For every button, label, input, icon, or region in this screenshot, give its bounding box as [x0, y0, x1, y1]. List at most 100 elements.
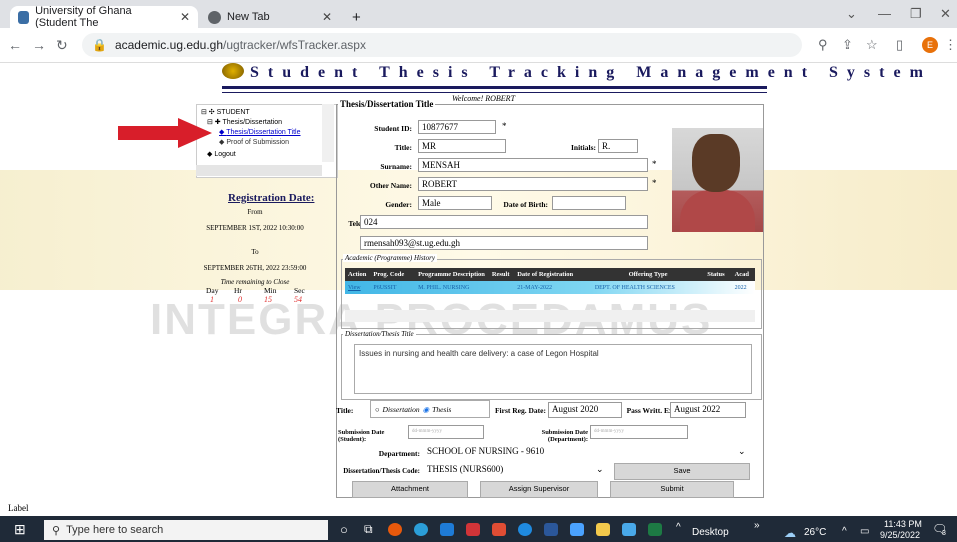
telephone-field[interactable]: 024	[360, 215, 648, 229]
sub-dept-field[interactable]: dd-mmm-yyyy	[590, 425, 688, 439]
chevron-down-icon: ⌄	[738, 446, 746, 456]
radio-thesis[interactable]: ◉	[423, 405, 430, 414]
mail-icon[interactable]	[570, 523, 584, 536]
battery-icon[interactable]: ▭	[860, 526, 869, 537]
forward-icon[interactable]: →	[32, 37, 46, 53]
required-mark: *	[502, 121, 507, 131]
browser-menu-icon[interactable]: ⋮	[944, 37, 957, 53]
col-result: Result	[491, 271, 510, 278]
url-field[interactable]: 🔒 academic.ug.edu.gh/ugtracker/wfsTracke…	[82, 33, 802, 57]
col-offering: Offering Type	[628, 271, 668, 278]
maximize-icon[interactable]: ❐	[910, 6, 922, 22]
windows-start-icon[interactable]: ⊞	[14, 522, 26, 539]
tab-label: New Tab	[227, 11, 270, 23]
history-legend: Academic (Programme) History	[343, 254, 437, 262]
back-icon[interactable]: ←	[8, 37, 22, 53]
row-view-link[interactable]: View	[345, 285, 370, 291]
excel-icon[interactable]	[648, 523, 662, 536]
tree-vscrollbar[interactable]	[322, 104, 334, 162]
word-icon[interactable]	[544, 523, 558, 536]
thesis-title-legend: Dissertation/Thesis Title	[343, 330, 416, 338]
radio-dissertation[interactable]: ○	[375, 405, 380, 414]
type-label: Title:	[336, 406, 354, 415]
thesis-title-textarea[interactable]: Issues in nursing and health care delive…	[354, 344, 752, 394]
tree-hscrollbar[interactable]	[196, 165, 322, 176]
close-tab-icon[interactable]: ✕	[322, 10, 332, 24]
overflow-icon[interactable]: ^	[676, 522, 681, 533]
tree-node-thesis[interactable]: ⊟ ✚ Thesis/Dissertation	[207, 118, 282, 126]
col-status: Status	[707, 271, 725, 278]
clock-time[interactable]: 11:43 PM	[884, 519, 922, 529]
sub-dept-label: Submission Date (Department):	[541, 429, 588, 443]
tree-root-student[interactable]: ⊟ ✣ STUDENT	[201, 108, 250, 116]
tab-ug-thesis[interactable]: University of Ghana (Student The ✕	[10, 5, 198, 29]
zoom-icon[interactable]: ⚲	[818, 37, 828, 53]
sub-student-field[interactable]: dd-mmm-yyyy	[408, 425, 484, 439]
ug-favicon-icon	[18, 10, 30, 24]
file-explorer-icon[interactable]	[596, 523, 610, 536]
unit-hr: Hr	[234, 286, 242, 295]
col-prog-code: Prog. Code	[373, 271, 405, 278]
new-tab-button[interactable]: +	[344, 6, 368, 28]
tab-new-tab[interactable]: New Tab ✕	[200, 6, 340, 28]
weather-cloud-icon[interactable]: ☁	[784, 526, 796, 540]
tree-item-thesis-title[interactable]: ◆ Thesis/Dissertation Title	[219, 128, 301, 136]
edge-icon[interactable]	[518, 523, 532, 536]
url-host: academic.ug.edu.gh	[114, 38, 224, 52]
side-panel-icon[interactable]: ▯	[896, 37, 903, 53]
minimize-icon[interactable]: —	[878, 6, 891, 21]
url-path: /ugtracker/wfsTracker.aspx	[223, 38, 366, 52]
tree-item-proof[interactable]: ◆ Proof of Submission	[219, 138, 289, 146]
tray-up-icon[interactable]: ^	[842, 526, 847, 537]
submit-button[interactable]: Submit	[610, 481, 734, 498]
row-date: 21-MAY-2022	[517, 284, 552, 291]
dob-field[interactable]	[552, 196, 626, 210]
store-icon[interactable]	[440, 523, 454, 536]
task-view-icon[interactable]: ⧉	[364, 522, 373, 537]
app-icon[interactable]	[466, 523, 480, 536]
first-reg-field[interactable]: August 2020	[548, 402, 622, 418]
window-close-icon[interactable]: ✕	[940, 6, 951, 22]
code-select[interactable]: THESIS (NURS600)	[424, 463, 608, 477]
lock-icon: 🔒	[92, 38, 107, 52]
count-sec: 54	[294, 295, 302, 304]
save-button[interactable]: Save	[614, 463, 750, 480]
bookmark-star-icon[interactable]: ☆	[866, 37, 878, 53]
pass-exam-field[interactable]: August 2022	[670, 402, 746, 418]
chrome-icon[interactable]	[414, 523, 428, 536]
photos-icon[interactable]	[622, 523, 636, 536]
assign-supervisor-button[interactable]: Assign Supervisor	[480, 481, 598, 498]
tab-search-icon[interactable]: ⌄	[846, 6, 857, 22]
initials-field[interactable]: R.	[598, 139, 638, 153]
taskbar-search-input[interactable]: ⚲ Type here to search	[44, 520, 328, 540]
desktop-label[interactable]: Desktop	[692, 527, 729, 538]
tree-item-logout[interactable]: ◆ Logout	[207, 150, 236, 158]
col-action: Action	[348, 271, 367, 278]
share-icon[interactable]: ⇪	[842, 37, 853, 53]
email-field[interactable]: rmensah093@st.ug.edu.gh	[360, 236, 648, 250]
from-label: From	[247, 208, 263, 216]
clock-date[interactable]: 9/25/2022	[880, 530, 920, 540]
department-select[interactable]: SCHOOL OF NURSING - 9610	[424, 445, 750, 459]
othername-field[interactable]: ROBERT	[418, 177, 648, 191]
chevron-right-icon[interactable]: »	[754, 520, 760, 531]
gender-field[interactable]: Male	[418, 196, 492, 210]
cortana-icon[interactable]: ○	[340, 522, 348, 537]
weather-temp[interactable]: 26°C	[804, 527, 826, 538]
chrome-app-icon[interactable]	[492, 523, 506, 536]
table-row[interactable]: View P6USSIT M. PHIL. NURSING 21-MAY-202…	[345, 281, 755, 294]
notification-count: 3	[942, 530, 946, 537]
student-photo	[672, 128, 763, 232]
surname-field[interactable]: MENSAH	[418, 158, 648, 172]
reload-icon[interactable]: ↻	[56, 37, 68, 54]
office-icon[interactable]	[388, 523, 402, 536]
profile-avatar[interactable]: E	[922, 37, 938, 53]
title-field[interactable]: MR	[418, 139, 506, 153]
close-tab-icon[interactable]: ✕	[180, 10, 190, 24]
search-icon: ⚲	[52, 524, 61, 537]
student-id-field[interactable]: 10877677	[418, 120, 496, 134]
othername-label: Other Name:	[369, 181, 412, 190]
history-hscrollbar[interactable]	[345, 310, 755, 322]
welcome-text: Welcome! ROBERT	[452, 94, 516, 103]
attachment-button[interactable]: Attachment	[352, 481, 468, 498]
